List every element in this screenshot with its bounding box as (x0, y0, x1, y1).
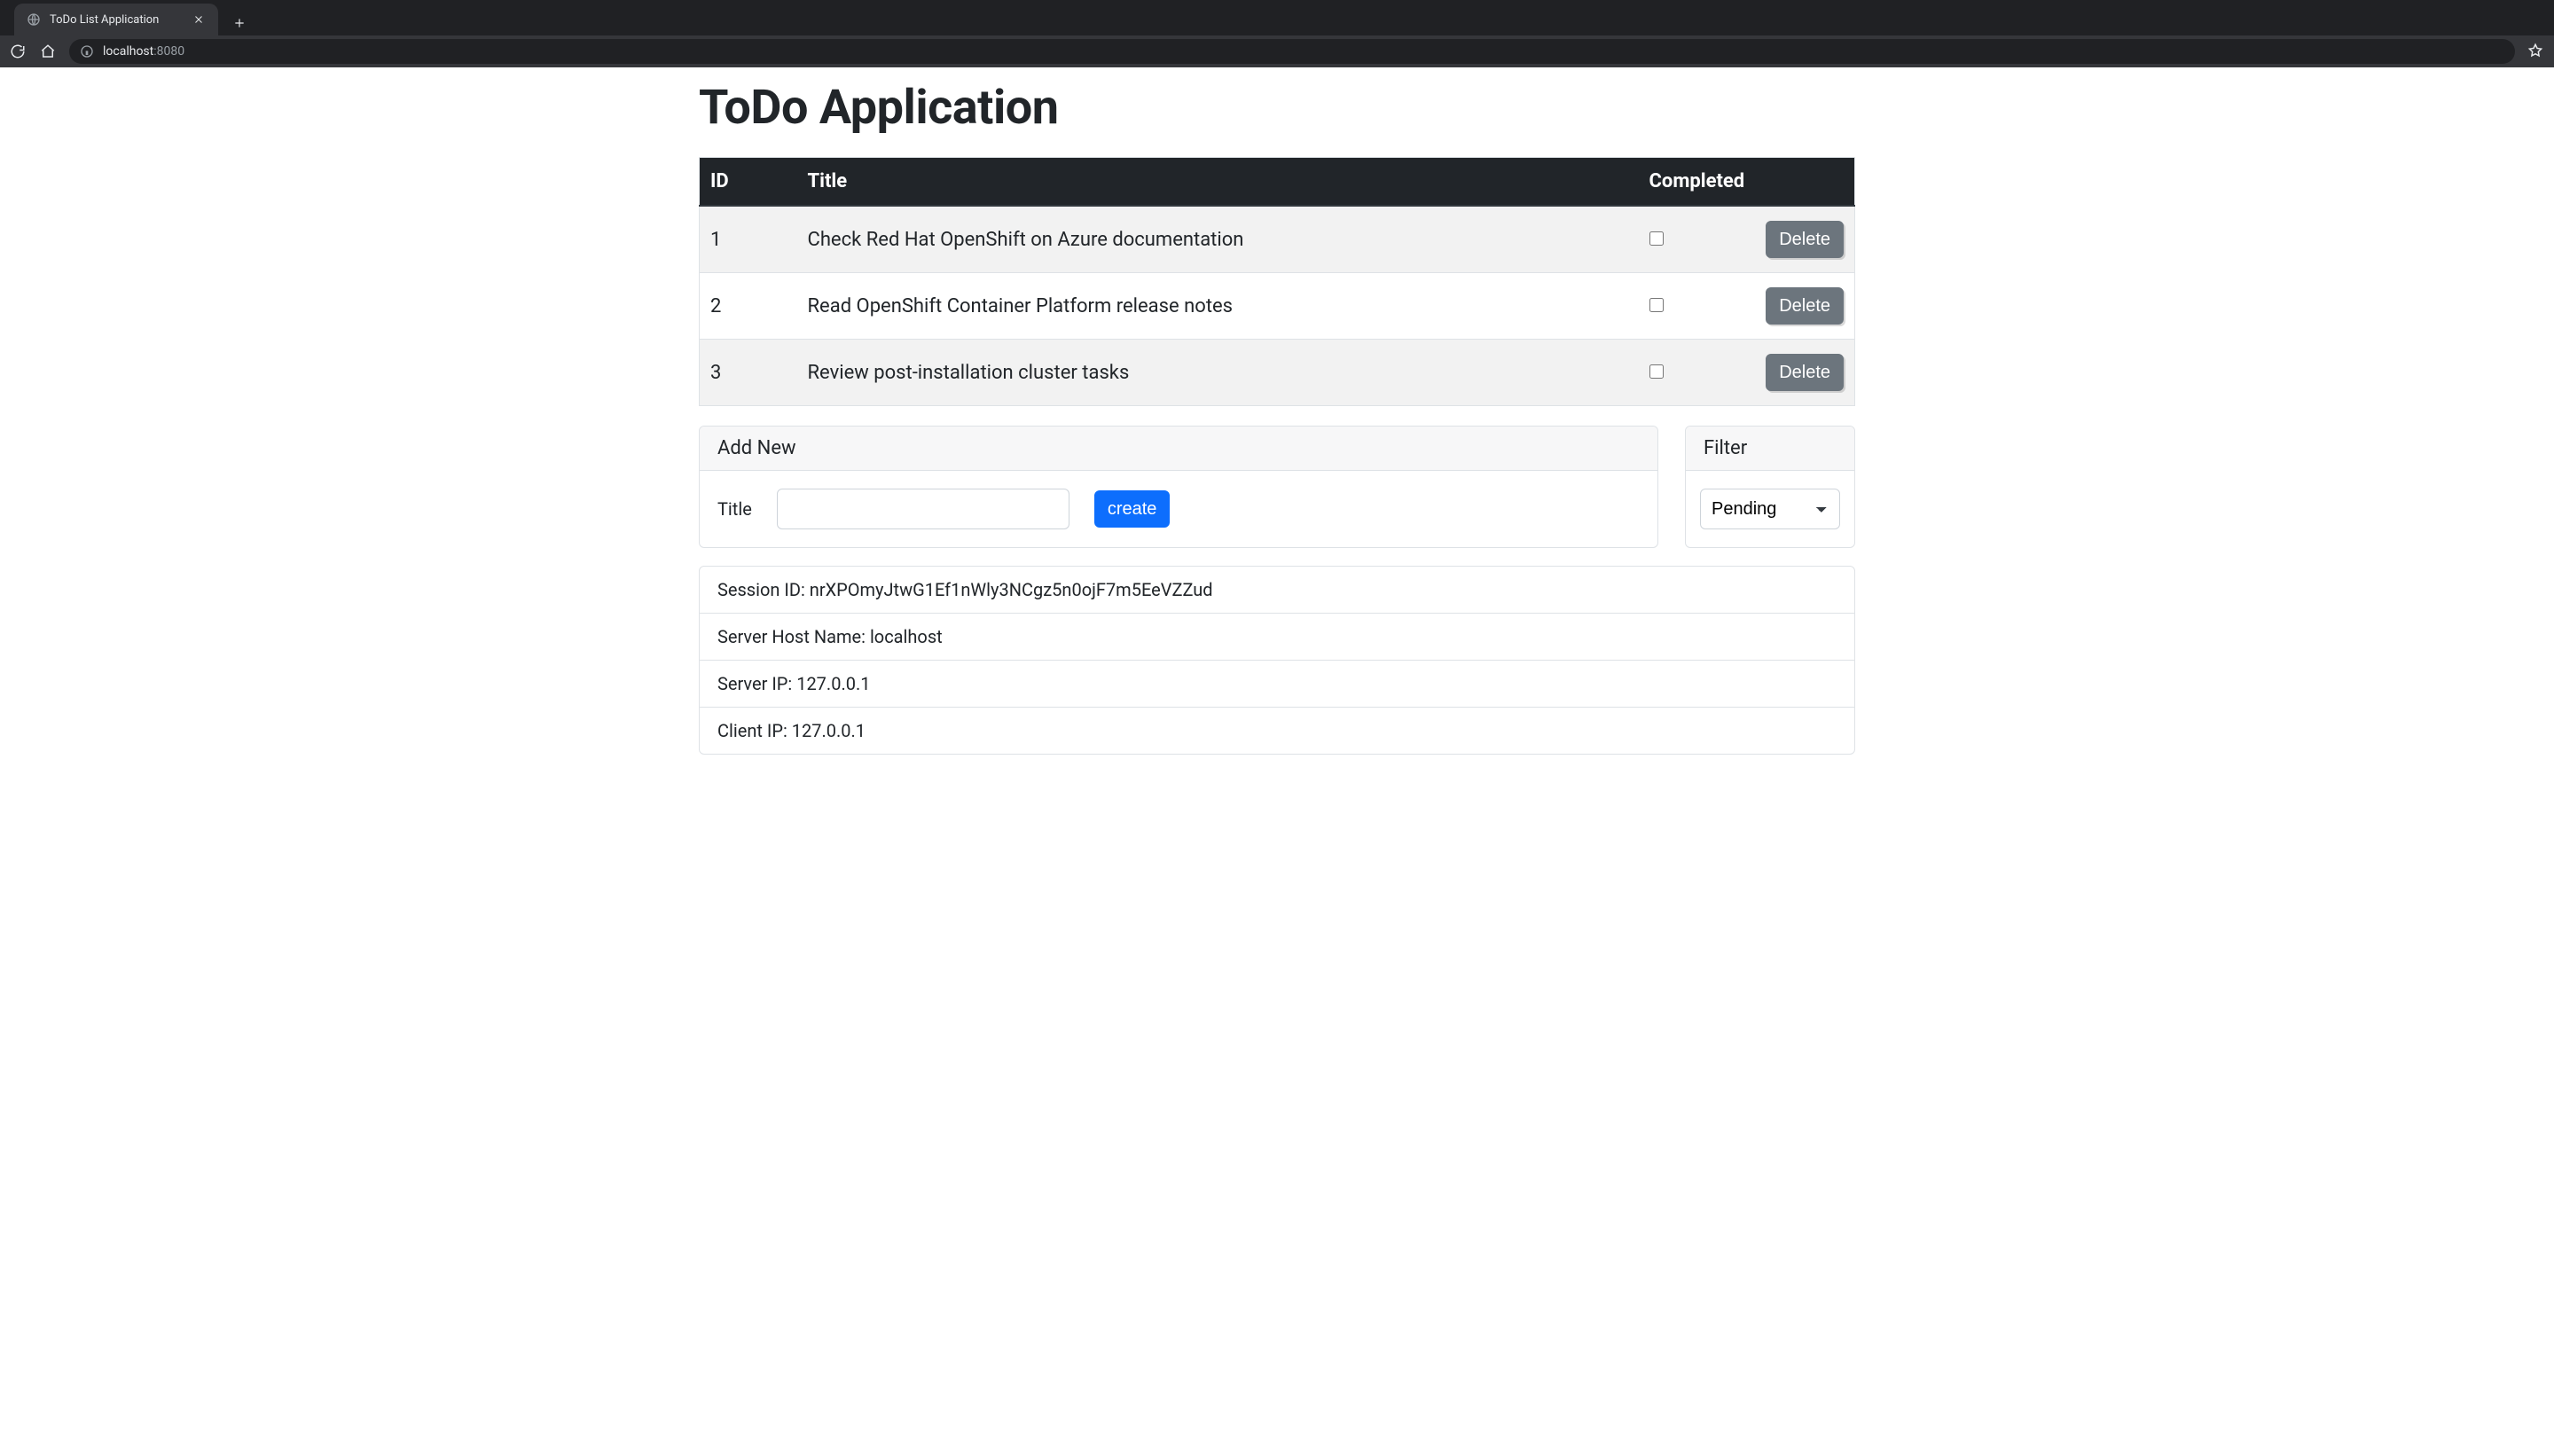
address-port: :8080 (153, 44, 184, 59)
site-info-icon[interactable] (80, 44, 94, 59)
delete-button[interactable]: Delete (1766, 287, 1844, 325)
cell-completed (1639, 340, 1756, 406)
delete-button[interactable]: Delete (1766, 221, 1844, 258)
add-new-header: Add New (700, 427, 1657, 471)
browser-tabstrip: ToDo List Application (0, 0, 2554, 35)
completed-checkbox[interactable] (1649, 298, 1664, 312)
filter-select[interactable]: Pending (1700, 489, 1840, 529)
new-tab-button[interactable] (227, 11, 252, 35)
reload-icon[interactable] (9, 43, 27, 60)
cell-actions: Delete (1755, 273, 1854, 340)
server-ip-row: Server IP: 127.0.0.1 (700, 660, 1854, 707)
session-id-row: Session ID: nrXPOmyJtwG1Ef1nWly3NCgz5n0o… (700, 567, 1854, 613)
cell-title: Review post-installation cluster tasks (797, 340, 1639, 406)
cell-completed (1639, 273, 1756, 340)
session-id-label: Session ID: (717, 579, 810, 600)
col-header-completed: Completed (1639, 158, 1756, 207)
completed-checkbox[interactable] (1649, 231, 1664, 246)
session-id-value: nrXPOmyJtwG1Ef1nWly3NCgz5n0ojF7m5EeVZZud (810, 579, 1213, 600)
browser-chrome: ToDo List Application (0, 0, 2554, 67)
server-ip-label: Server IP: (717, 673, 796, 694)
bookmark-star-icon[interactable] (2527, 43, 2545, 60)
cell-actions: Delete (1755, 340, 1854, 406)
client-ip-value: 127.0.0.1 (792, 720, 866, 741)
page-title: ToDo Application (699, 80, 1855, 136)
server-ip-value: 127.0.0.1 (796, 673, 870, 694)
table-row: 3Review post-installation cluster tasks D… (700, 340, 1855, 406)
close-tab-icon[interactable] (192, 12, 206, 27)
browser-tab-title: ToDo List Application (50, 13, 159, 27)
table-row: 1Check Red Hat OpenShift on Azure docume… (700, 206, 1855, 273)
title-label: Title (717, 498, 752, 520)
browser-tab[interactable]: ToDo List Application (14, 4, 218, 35)
filter-card: Filter Pending (1685, 426, 1855, 548)
globe-icon (27, 12, 41, 27)
address-bar[interactable]: localhost:8080 (69, 39, 2515, 64)
address-url: localhost:8080 (103, 44, 184, 59)
cell-title: Read OpenShift Container Platform releas… (797, 273, 1639, 340)
cell-title: Check Red Hat OpenShift on Azure documen… (797, 206, 1639, 273)
title-input[interactable] (777, 489, 1069, 529)
server-info: Session ID: nrXPOmyJtwG1Ef1nWly3NCgz5n0o… (699, 566, 1855, 755)
todo-table: ID Title Completed 1Check Red Hat OpenSh… (699, 157, 1855, 406)
server-host-label: Server Host Name: (717, 626, 870, 647)
client-ip-row: Client IP: 127.0.0.1 (700, 707, 1854, 754)
home-icon[interactable] (39, 43, 57, 60)
server-host-value: localhost (870, 626, 943, 647)
cell-id: 2 (700, 273, 797, 340)
add-new-card: Add New Title create (699, 426, 1658, 548)
client-ip-label: Client IP: (717, 720, 792, 741)
browser-toolbar: localhost:8080 (0, 35, 2554, 67)
create-button[interactable]: create (1094, 490, 1171, 528)
col-header-title: Title (797, 158, 1639, 207)
cell-completed (1639, 206, 1756, 273)
address-host: localhost (103, 44, 153, 59)
cell-id: 1 (700, 206, 797, 273)
page-container: ToDo Application ID Title Completed 1Che… (699, 67, 1855, 755)
table-header-row: ID Title Completed (700, 158, 1855, 207)
cell-id: 3 (700, 340, 797, 406)
server-host-row: Server Host Name: localhost (700, 613, 1854, 660)
delete-button[interactable]: Delete (1766, 354, 1844, 391)
table-row: 2Read OpenShift Container Platform relea… (700, 273, 1855, 340)
filter-header: Filter (1686, 427, 1854, 471)
completed-checkbox[interactable] (1649, 364, 1664, 379)
cell-actions: Delete (1755, 206, 1854, 273)
col-header-actions (1755, 158, 1854, 207)
col-header-id: ID (700, 158, 797, 207)
add-new-form: Title create (717, 489, 1640, 529)
